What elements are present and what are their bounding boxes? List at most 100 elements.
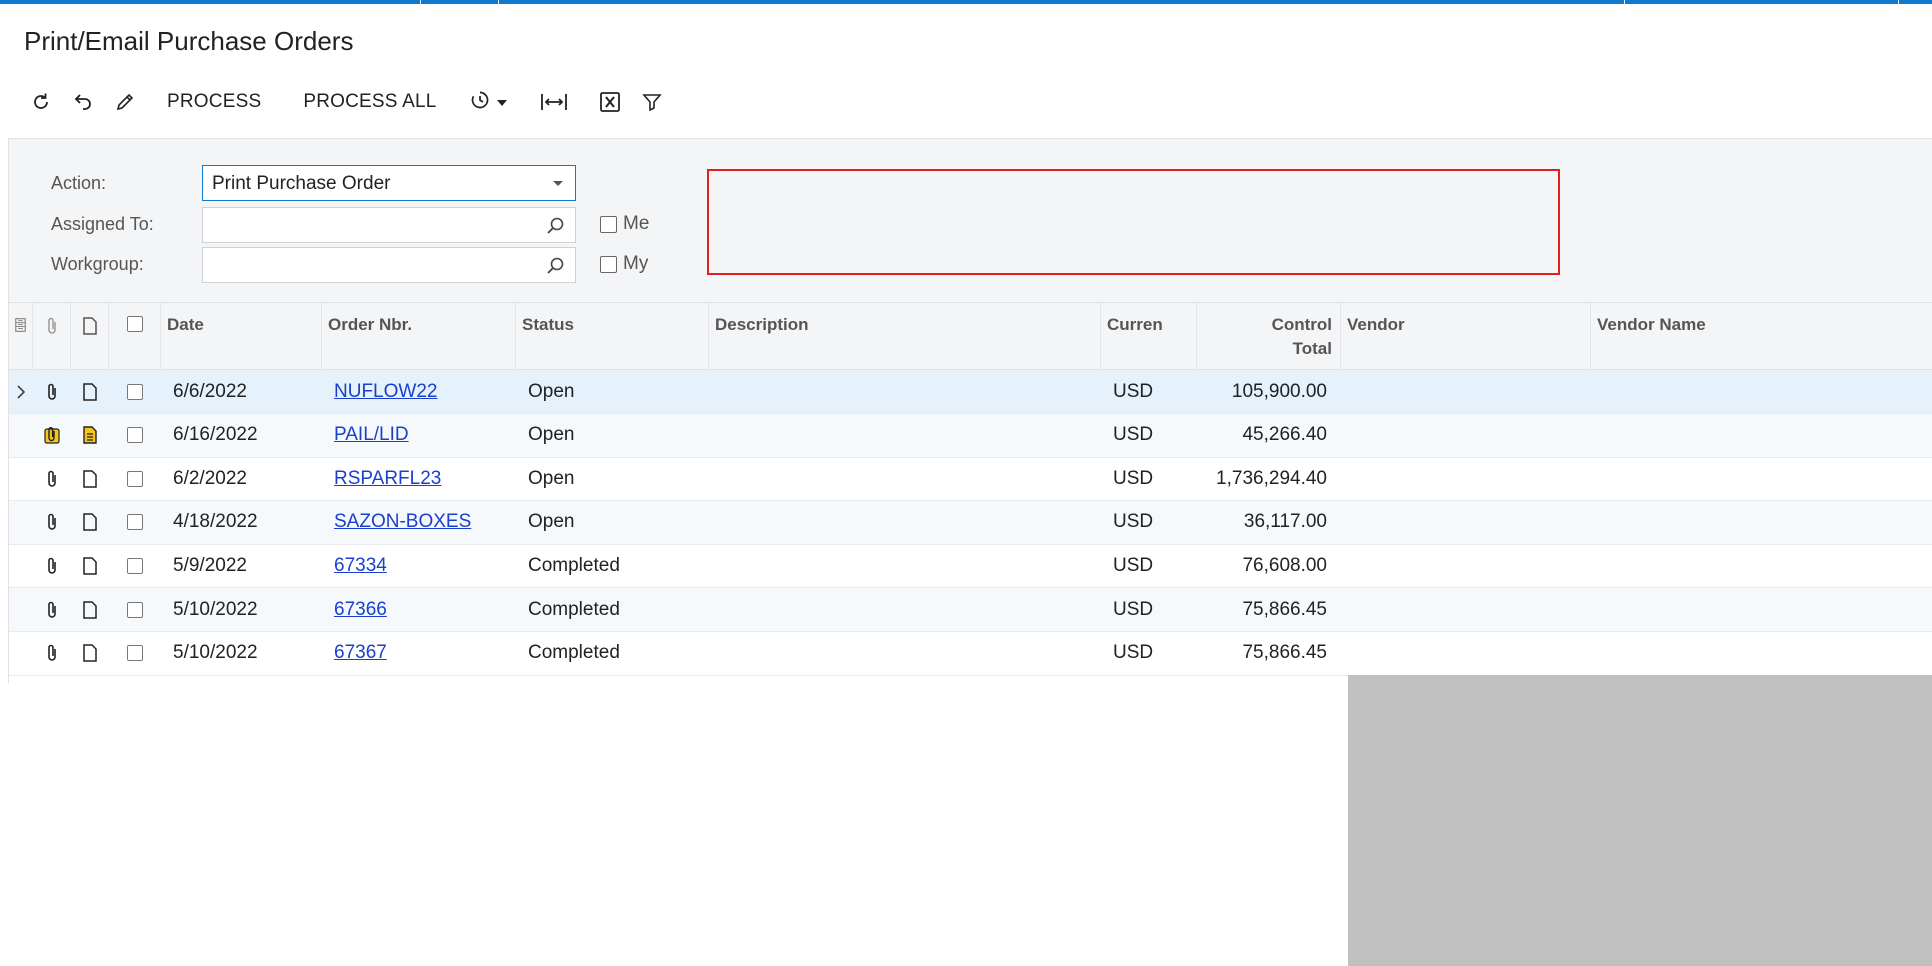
excel-export-icon[interactable] bbox=[589, 84, 631, 120]
action-select[interactable]: Print Purchase Order bbox=[202, 165, 576, 201]
date-cell: 5/9/2022 bbox=[173, 554, 247, 576]
table-row[interactable]: 5/10/2022 67366 Completed USD 75,866.45 bbox=[9, 588, 1932, 632]
date-cell: 5/10/2022 bbox=[173, 642, 258, 664]
assigned-to-label: Assigned To: bbox=[51, 214, 154, 234]
table-row[interactable]: 6/6/2022 NUFLOW22 Open USD 105,900.00 bbox=[9, 370, 1932, 414]
currency-cell: USD bbox=[1113, 467, 1154, 489]
column-header-currency[interactable]: Curren bbox=[1101, 303, 1197, 370]
table-row[interactable]: 5/10/2022 67367 Completed USD 75,866.45 bbox=[9, 632, 1932, 676]
paperclip-filled-icon[interactable] bbox=[33, 414, 71, 457]
my-checkbox[interactable]: My bbox=[600, 253, 648, 275]
workgroup-label: Workgroup: bbox=[51, 254, 144, 274]
row-expand-icon[interactable] bbox=[9, 414, 33, 457]
order-link[interactable]: SAZON-BOXES bbox=[334, 511, 471, 533]
status-cell: Completed bbox=[528, 642, 620, 664]
refresh-icon[interactable] bbox=[20, 84, 62, 120]
search-icon[interactable] bbox=[545, 256, 565, 281]
filter-icon[interactable] bbox=[631, 84, 673, 120]
order-link[interactable]: 67367 bbox=[334, 642, 387, 664]
column-header-order-nbr[interactable]: Order Nbr. bbox=[322, 303, 516, 370]
process-button[interactable]: PROCESS bbox=[146, 84, 282, 120]
chevron-down-icon bbox=[497, 93, 508, 111]
order-link[interactable]: 67366 bbox=[334, 599, 387, 621]
highlight-annotation-box bbox=[707, 169, 1560, 275]
row-expand-icon[interactable] bbox=[9, 632, 33, 675]
table-row[interactable]: 6/2/2022 RSPARFL23 Open USD 1,736,294.40 bbox=[9, 457, 1932, 502]
paperclip-icon[interactable] bbox=[33, 544, 71, 587]
currency-cell: USD bbox=[1113, 554, 1154, 576]
currency-cell: USD bbox=[1113, 380, 1154, 402]
workgroup-input[interactable] bbox=[202, 247, 576, 283]
note-icon[interactable] bbox=[71, 544, 109, 587]
column-settings-icon[interactable] bbox=[9, 303, 33, 370]
search-icon[interactable] bbox=[545, 216, 565, 241]
order-link[interactable]: NUFLOW22 bbox=[334, 381, 437, 403]
note-icon bbox=[71, 303, 109, 370]
table-row[interactable]: 5/9/2022 67334 Completed USD 76,608.00 bbox=[9, 544, 1932, 589]
pencil-icon[interactable] bbox=[104, 84, 146, 120]
fit-to-screen-icon[interactable] bbox=[533, 84, 575, 120]
row-checkbox[interactable] bbox=[109, 457, 161, 500]
filter-panel: Action: Print Purchase Order Assigned To… bbox=[8, 138, 1932, 302]
assigned-to-input[interactable] bbox=[202, 207, 576, 243]
note-icon[interactable] bbox=[71, 501, 109, 544]
schedule-dropdown[interactable] bbox=[457, 84, 519, 120]
row-expand-icon[interactable] bbox=[9, 457, 33, 500]
date-cell: 4/18/2022 bbox=[173, 511, 258, 533]
me-checkbox[interactable]: Me bbox=[600, 213, 649, 235]
table-row[interactable]: 6/16/2022 PAIL/LID Open USD 45,266.40 bbox=[9, 413, 1932, 458]
top-accent-bar bbox=[0, 0, 1932, 4]
table-row[interactable]: 4/18/2022 SAZON-BOXES Open USD 36,117.00 bbox=[9, 500, 1932, 545]
column-header-control-total[interactable]: Control Total bbox=[1197, 303, 1341, 370]
order-nbr-cell: RSPARFL23 bbox=[322, 457, 516, 500]
date-cell: 6/6/2022 bbox=[173, 380, 247, 402]
note-icon[interactable] bbox=[71, 457, 109, 500]
row-checkbox[interactable] bbox=[109, 501, 161, 544]
row-expand-icon[interactable] bbox=[9, 370, 33, 413]
paperclip-icon[interactable] bbox=[33, 501, 71, 544]
order-nbr-cell: PAIL/LID bbox=[322, 414, 516, 457]
row-checkbox[interactable] bbox=[109, 370, 161, 413]
row-checkbox[interactable] bbox=[109, 414, 161, 457]
undo-icon[interactable] bbox=[62, 84, 104, 120]
order-link[interactable]: PAIL/LID bbox=[334, 424, 409, 446]
column-header-date[interactable]: Date bbox=[161, 303, 322, 370]
note-icon[interactable] bbox=[71, 370, 109, 413]
row-expand-icon[interactable] bbox=[9, 544, 33, 587]
order-link[interactable]: RSPARFL23 bbox=[334, 468, 441, 490]
paperclip-icon[interactable] bbox=[33, 632, 71, 675]
row-checkbox[interactable] bbox=[109, 632, 161, 675]
note-icon[interactable] bbox=[71, 588, 109, 631]
control-total-label-line1: Control bbox=[1271, 315, 1332, 334]
status-cell: Open bbox=[528, 380, 575, 402]
row-checkbox[interactable] bbox=[109, 588, 161, 631]
description-cell bbox=[709, 501, 1101, 544]
order-nbr-cell: 67367 bbox=[322, 632, 516, 675]
paperclip-icon bbox=[33, 303, 71, 370]
control-total-cell: 36,117.00 bbox=[1243, 511, 1327, 533]
redacted-vendor-area bbox=[1348, 675, 1932, 966]
action-select-value: Print Purchase Order bbox=[212, 173, 391, 194]
column-header-vendor-name[interactable]: Vendor Name bbox=[1591, 303, 1932, 370]
note-icon[interactable] bbox=[71, 632, 109, 675]
status-cell: Open bbox=[528, 511, 575, 533]
checkbox-icon bbox=[600, 215, 617, 233]
paperclip-icon[interactable] bbox=[33, 588, 71, 631]
row-checkbox[interactable] bbox=[109, 544, 161, 587]
control-total-label-line2: Total bbox=[1292, 339, 1332, 358]
paperclip-icon[interactable] bbox=[33, 370, 71, 413]
row-expand-icon[interactable] bbox=[9, 501, 33, 544]
column-header-status[interactable]: Status bbox=[516, 303, 709, 370]
select-all-checkbox[interactable] bbox=[109, 303, 161, 370]
column-header-vendor[interactable]: Vendor bbox=[1341, 303, 1591, 370]
process-all-button[interactable]: PROCESS ALL bbox=[282, 84, 457, 120]
currency-cell: USD bbox=[1113, 424, 1154, 446]
order-nbr-cell: 67334 bbox=[322, 544, 516, 587]
column-header-description[interactable]: Description bbox=[709, 303, 1101, 370]
date-cell: 6/2/2022 bbox=[173, 467, 247, 489]
paperclip-icon[interactable] bbox=[33, 457, 71, 500]
clock-dropdown-icon bbox=[469, 89, 491, 116]
row-expand-icon[interactable] bbox=[9, 588, 33, 631]
order-link[interactable]: 67334 bbox=[334, 555, 387, 577]
note-filled-icon[interactable] bbox=[71, 414, 109, 457]
